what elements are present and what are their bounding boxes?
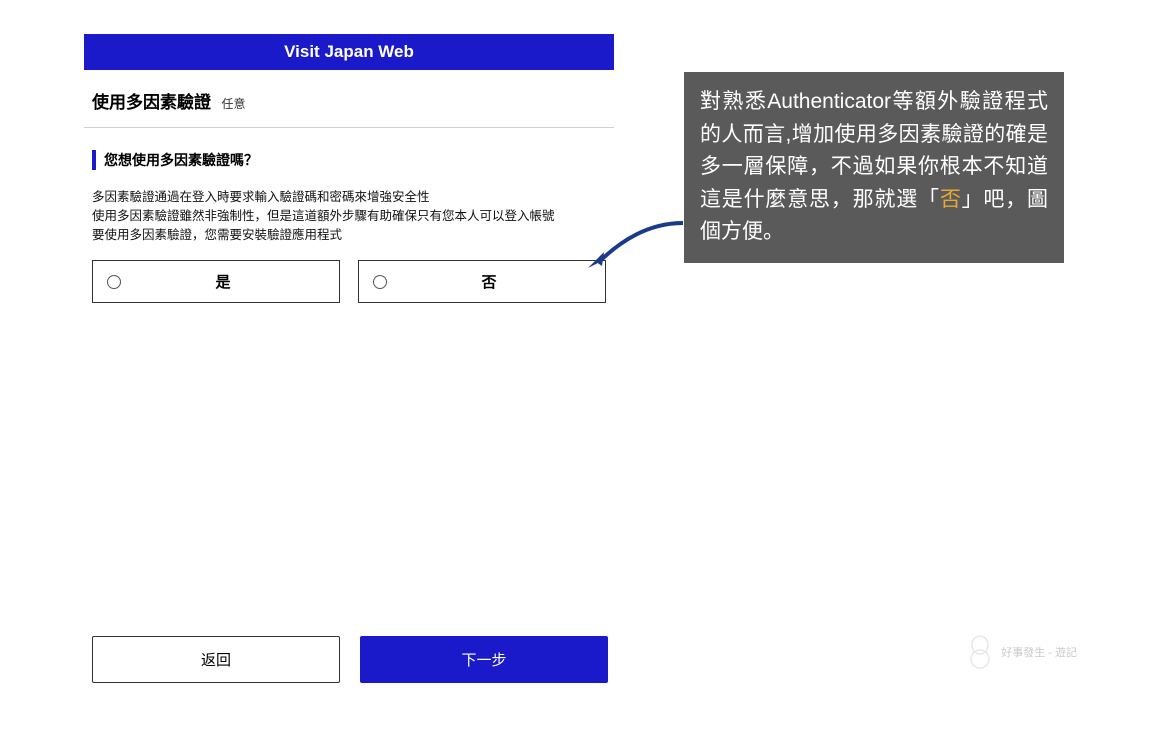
annotation-box: 對熟悉Authenticator等額外驗證程式的人而言,增加使用多因素驗證的確是… xyxy=(684,72,1064,263)
mfa-description: 多因素驗證通過在登入時要求輸入驗證碼和密碼來增強安全性 使用多因素驗證雖然非強制… xyxy=(92,188,606,244)
description-line: 要使用多因素驗證，您需要安裝驗證應用程式 xyxy=(92,226,606,245)
page-title: 使用多因素驗證 xyxy=(92,88,211,113)
radio-icon xyxy=(373,275,387,289)
option-no-button[interactable]: 否 xyxy=(358,260,606,303)
back-button-label: 返回 xyxy=(201,652,231,669)
title-section: 使用多因素驗證 任意 xyxy=(84,70,614,128)
description-line: 使用多因素驗證雖然非強制性，但是這道額外步驟有助確保只有您本人可以登入帳號 xyxy=(92,207,606,226)
options-row: 是 否 xyxy=(84,260,614,303)
watermark: 好事發生 - 遊記 xyxy=(967,635,1077,669)
header-title: Visit Japan Web xyxy=(284,42,414,61)
watermark-text-block: 好事發生 - 遊記 xyxy=(1001,644,1077,660)
mfa-question: 您想使用多因素驗證嗎？ xyxy=(92,150,606,170)
next-button-label: 下一步 xyxy=(461,652,506,669)
app-header: Visit Japan Web xyxy=(84,34,614,70)
description-line: 多因素驗證通過在登入時要求輸入驗證碼和密碼來增強安全性 xyxy=(92,188,606,207)
annotation-arrow-icon xyxy=(578,218,688,278)
option-yes-button[interactable]: 是 xyxy=(92,260,340,303)
option-no-label: 否 xyxy=(387,271,591,292)
footer-buttons: 返回 下一步 xyxy=(92,636,608,683)
watermark-subtitle: 好事發生 - 遊記 xyxy=(1001,644,1077,660)
back-button[interactable]: 返回 xyxy=(92,636,340,683)
next-button[interactable]: 下一步 xyxy=(360,636,608,683)
annotation-highlight: 否 xyxy=(940,188,962,211)
optional-badge: 任意 xyxy=(221,97,245,111)
option-yes-label: 是 xyxy=(121,271,325,292)
radio-icon xyxy=(107,275,121,289)
question-block: 您想使用多因素驗證嗎？ 多因素驗證通過在登入時要求輸入驗證碼和密碼來增強安全性 … xyxy=(84,150,614,244)
peanut-icon xyxy=(967,635,993,669)
